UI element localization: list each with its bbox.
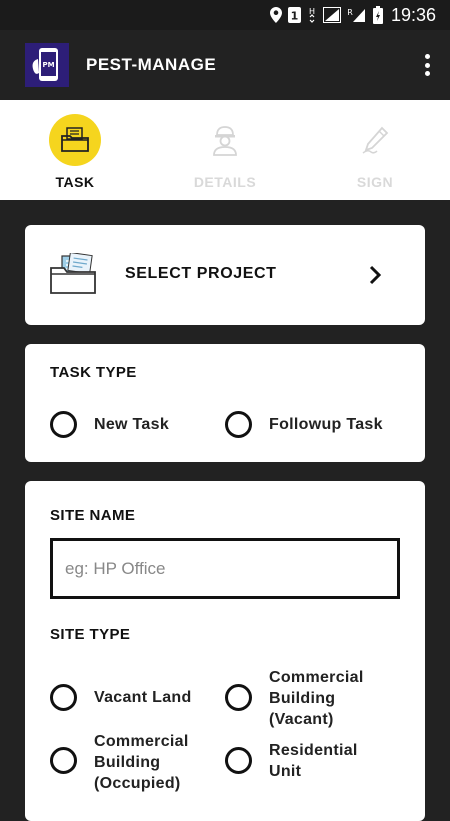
- radio-new-task-label[interactable]: New Task: [94, 414, 169, 435]
- folder-documents-icon: [49, 114, 101, 166]
- task-type-card: TASK TYPE New Task Followup Task: [25, 344, 425, 462]
- radio-vacant-land-label[interactable]: Vacant Land: [94, 687, 192, 708]
- radio-new-task[interactable]: [50, 411, 77, 438]
- radio-commercial-occupied[interactable]: [50, 747, 77, 774]
- more-vert-icon[interactable]: [424, 54, 430, 76]
- svg-text:1: 1: [291, 10, 299, 23]
- hd-icon: H: [307, 6, 317, 24]
- signal-icon: [322, 6, 341, 24]
- radio-commercial-occupied-label[interactable]: Commercial Building (Occupied): [94, 731, 189, 794]
- tab-details-label: DETAILS: [193, 174, 257, 190]
- battery-icon: [372, 6, 383, 24]
- folder-documents-icon: [49, 251, 97, 300]
- radio-residential-unit-label[interactable]: Residential Unit: [269, 740, 358, 782]
- app-logo: PM: [25, 43, 69, 87]
- site-type-label: SITE TYPE: [50, 626, 131, 643]
- select-project-label: SELECT PROJECT: [125, 265, 277, 282]
- radio-commercial-vacant-label[interactable]: Commercial Building (Vacant): [269, 667, 364, 730]
- radio-residential-unit[interactable]: [225, 747, 252, 774]
- task-type-title: TASK TYPE: [50, 364, 137, 381]
- worker-icon: [199, 114, 251, 166]
- app-bar: PM PEST-MANAGE: [0, 30, 450, 100]
- location-icon: [269, 6, 282, 24]
- app-title: PEST-MANAGE: [86, 55, 217, 74]
- tab-sign-label: SIGN: [356, 174, 394, 190]
- tab-sign[interactable]: SIGN: [325, 114, 425, 190]
- tab-task[interactable]: TASK: [25, 114, 125, 190]
- radio-vacant-land[interactable]: [50, 684, 77, 711]
- svg-text:R: R: [347, 8, 353, 17]
- status-bar: 1 H R 19:36: [0, 0, 450, 30]
- site-card: SITE NAME SITE TYPE Vacant Land Commerci…: [25, 481, 425, 821]
- sim-1-icon: 1: [287, 6, 301, 24]
- pen-signature-icon: [349, 114, 401, 166]
- radio-commercial-vacant[interactable]: [225, 684, 252, 711]
- tab-task-label: TASK: [55, 174, 95, 190]
- status-time: 19:36: [390, 4, 436, 25]
- select-project-card[interactable]: SELECT PROJECT: [25, 225, 425, 325]
- radio-followup-task[interactable]: [225, 411, 252, 438]
- signal-2-icon: R: [347, 6, 367, 24]
- step-tabs: TASK DETAILS SIGN: [0, 100, 450, 200]
- site-name-label: SITE NAME: [50, 507, 136, 524]
- site-name-input[interactable]: [50, 538, 400, 599]
- radio-followup-task-label[interactable]: Followup Task: [269, 414, 383, 435]
- tab-details[interactable]: DETAILS: [175, 114, 275, 190]
- chevron-right-icon: [368, 265, 382, 290]
- logo-text: PM: [42, 61, 54, 69]
